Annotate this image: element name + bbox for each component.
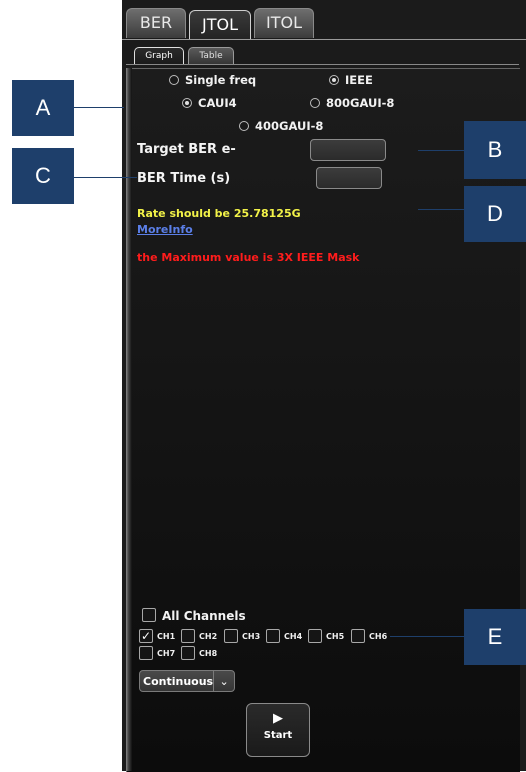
run-mode-dropdown[interactable]: Continuous ⌄ [139, 670, 235, 692]
rate-message: Rate should be 25.78125G [137, 207, 301, 220]
callout-b-line [418, 150, 464, 151]
channel-checkbox-ch1[interactable]: ✓ [139, 629, 153, 643]
ber-time-label: BER Time (s) [137, 171, 231, 186]
radio-ieee[interactable]: IEEE [329, 73, 373, 87]
channel-label-ch4: CH4 [284, 632, 303, 641]
tab-ber[interactable]: BER [126, 8, 186, 38]
channel-label-ch6: CH6 [369, 632, 388, 641]
callout-a: A [12, 80, 74, 136]
radio-single-freq[interactable]: Single freq [169, 73, 256, 87]
radio-label: IEEE [345, 73, 373, 87]
channel-checkbox-ch4[interactable] [266, 629, 280, 643]
callout-e-line [390, 636, 464, 637]
target-ber-input[interactable] [310, 139, 386, 161]
radio-label: Single freq [185, 73, 257, 87]
callout-a-line [74, 107, 124, 108]
channel-label-ch7: CH7 [157, 649, 176, 658]
channel-checkbox-ch3[interactable] [224, 629, 238, 643]
subtab-table[interactable]: Table [188, 47, 234, 65]
subtab-divider [126, 64, 519, 65]
radio-dot [239, 121, 249, 131]
radio-caui4[interactable]: CAUI4 [182, 96, 237, 110]
radio-label: 400GAUI-8 [255, 119, 324, 133]
radio-400gaui-8[interactable]: 400GAUI-8 [239, 119, 323, 133]
channel-checkbox-ch2[interactable] [181, 629, 195, 643]
callout-b: B [464, 121, 526, 179]
more-info-link[interactable]: MoreInfo [137, 223, 193, 236]
radio-label: 800GAUI-8 [326, 96, 395, 110]
callout-c: C [12, 148, 74, 204]
tab-itol[interactable]: ITOL [254, 8, 314, 38]
radio-dot-selected [182, 98, 192, 108]
tab-jtol[interactable]: JTOL [189, 10, 251, 40]
channel-label-ch8: CH8 [199, 649, 218, 658]
channel-label-ch2: CH2 [199, 632, 218, 641]
channel-label-ch1: CH1 [157, 632, 176, 641]
callout-c-line [74, 177, 137, 178]
chevron-down-icon: ⌄ [213, 671, 234, 691]
radio-800gaui-8[interactable]: 800GAUI-8 [310, 96, 394, 110]
radio-label: CAUI4 [198, 96, 237, 110]
channel-checkbox-ch6[interactable] [351, 629, 365, 643]
ber-time-input[interactable] [316, 167, 382, 189]
callout-e: E [464, 609, 526, 665]
all-channels-checkbox[interactable] [142, 608, 156, 622]
target-ber-label: Target BER e- [137, 142, 236, 157]
channel-label-ch5: CH5 [326, 632, 345, 641]
start-label: Start [263, 730, 293, 741]
subtab-graph[interactable]: Graph [134, 47, 184, 65]
all-channels-label: All Channels [162, 609, 246, 623]
start-button[interactable]: ▶ Start [246, 703, 310, 757]
tab-divider [122, 39, 526, 40]
content-edge [126, 68, 132, 771]
checkmark-icon: ✓ [140, 629, 152, 643]
channel-checkbox-ch8[interactable] [181, 646, 195, 660]
channel-checkbox-ch7[interactable] [139, 646, 153, 660]
radio-dot [310, 98, 320, 108]
play-icon: ▶ [273, 711, 283, 726]
radio-dot [169, 75, 179, 85]
callout-d: D [464, 186, 526, 242]
callout-d-line [418, 209, 464, 210]
channel-checkbox-ch5[interactable] [308, 629, 322, 643]
radio-dot-selected [329, 75, 339, 85]
run-mode-value: Continuous [143, 674, 214, 688]
max-value-warning: the Maximum value is 3X IEEE Mask [137, 251, 360, 264]
channel-label-ch3: CH3 [242, 632, 261, 641]
